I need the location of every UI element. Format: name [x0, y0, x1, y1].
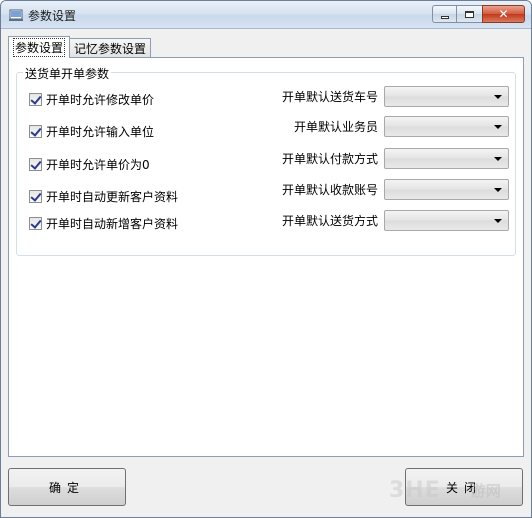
checkbox-box[interactable] — [29, 189, 42, 203]
ok-button[interactable]: 确定 — [8, 468, 126, 506]
delivery-vehicle-select[interactable] — [384, 85, 509, 107]
close-button[interactable]: 关闭 — [405, 468, 523, 506]
checkbox-allow-zero-price[interactable]: 开单时允许单价为0 — [29, 156, 150, 172]
minimize-icon — [440, 15, 449, 19]
delivery-method-select[interactable] — [384, 209, 509, 231]
maximize-button[interactable] — [457, 5, 482, 23]
combo-label: 开单默认业务员 — [293, 119, 378, 134]
checkbox-allow-input-unit[interactable]: 开单时允许输入单位 — [29, 123, 154, 139]
combo-row-delivery-vehicle: 开单默认送货车号 — [282, 85, 509, 107]
combo-row-payment-method: 开单默认付款方式 — [282, 147, 509, 169]
checkbox-box[interactable] — [29, 216, 42, 230]
tab-strip: 参数设置 记忆参数设置 — [8, 36, 152, 58]
checkbox-auto-update-customer[interactable]: 开单时自动更新客户资料 — [29, 188, 178, 204]
window-title: 参数设置 — [28, 9, 77, 23]
checkbox-label: 开单时允许修改单价 — [46, 92, 155, 107]
combo-label: 开单默认送货方式 — [281, 213, 378, 228]
tab-label: 记忆参数设置 — [74, 42, 147, 56]
checkbox-label: 开单时允许单价为0 — [46, 157, 150, 172]
chevron-down-icon[interactable] — [494, 218, 502, 223]
checkbox-label: 开单时自动新增客户资料 — [46, 216, 179, 231]
tab-label: 参数设置 — [13, 38, 66, 57]
chevron-down-icon[interactable] — [494, 156, 502, 161]
groupbox-legend: 送货单开单参数 — [23, 65, 112, 82]
settings-window: 参数设置 ✕ 参数设置 记忆参数设置 送货单开单参数 开单时允许修改单价 开单时… — [0, 0, 532, 518]
payment-method-select[interactable] — [384, 147, 509, 169]
salesperson-select[interactable] — [384, 115, 509, 137]
minimize-button[interactable] — [432, 5, 457, 23]
checkbox-box[interactable] — [29, 124, 42, 138]
chevron-down-icon[interactable] — [494, 124, 502, 129]
combo-label: 开单默认收款账号 — [281, 182, 378, 197]
caption-buttons: ✕ — [432, 5, 525, 23]
title-bar[interactable]: 参数设置 ✕ — [1, 1, 531, 29]
tab-memory-parameter-settings[interactable]: 记忆参数设置 — [69, 38, 152, 58]
close-icon: ✕ — [498, 7, 509, 21]
combo-row-salesperson: 开单默认业务员 — [294, 115, 509, 137]
chevron-down-icon[interactable] — [494, 94, 502, 99]
maximize-icon — [465, 10, 474, 18]
checkbox-allow-edit-price[interactable]: 开单时允许修改单价 — [29, 91, 154, 107]
checkbox-label: 开单时自动更新客户资料 — [46, 189, 179, 204]
combo-label: 开单默认付款方式 — [281, 151, 378, 166]
checkbox-box[interactable] — [29, 92, 42, 106]
chevron-down-icon[interactable] — [494, 187, 502, 192]
app-icon — [9, 9, 23, 21]
receiving-account-select[interactable] — [384, 178, 509, 200]
checkbox-auto-add-customer[interactable]: 开单时自动新增客户资料 — [29, 215, 178, 231]
delivery-order-groupbox: 送货单开单参数 开单时允许修改单价 开单时允许输入单位 开单时允许单价为0 开单… — [16, 65, 516, 256]
tab-parameter-settings[interactable]: 参数设置 — [8, 36, 71, 58]
checkbox-box[interactable] — [29, 157, 42, 171]
tab-panel: 送货单开单参数 开单时允许修改单价 开单时允许输入单位 开单时允许单价为0 开单… — [8, 57, 524, 457]
close-window-button[interactable]: ✕ — [482, 5, 525, 23]
combo-row-receiving-account: 开单默认收款账号 — [282, 178, 509, 200]
combo-row-delivery-method: 开单默认送货方式 — [282, 209, 509, 231]
checkbox-label: 开单时允许输入单位 — [46, 124, 155, 139]
combo-label: 开单默认送货车号 — [281, 89, 378, 104]
